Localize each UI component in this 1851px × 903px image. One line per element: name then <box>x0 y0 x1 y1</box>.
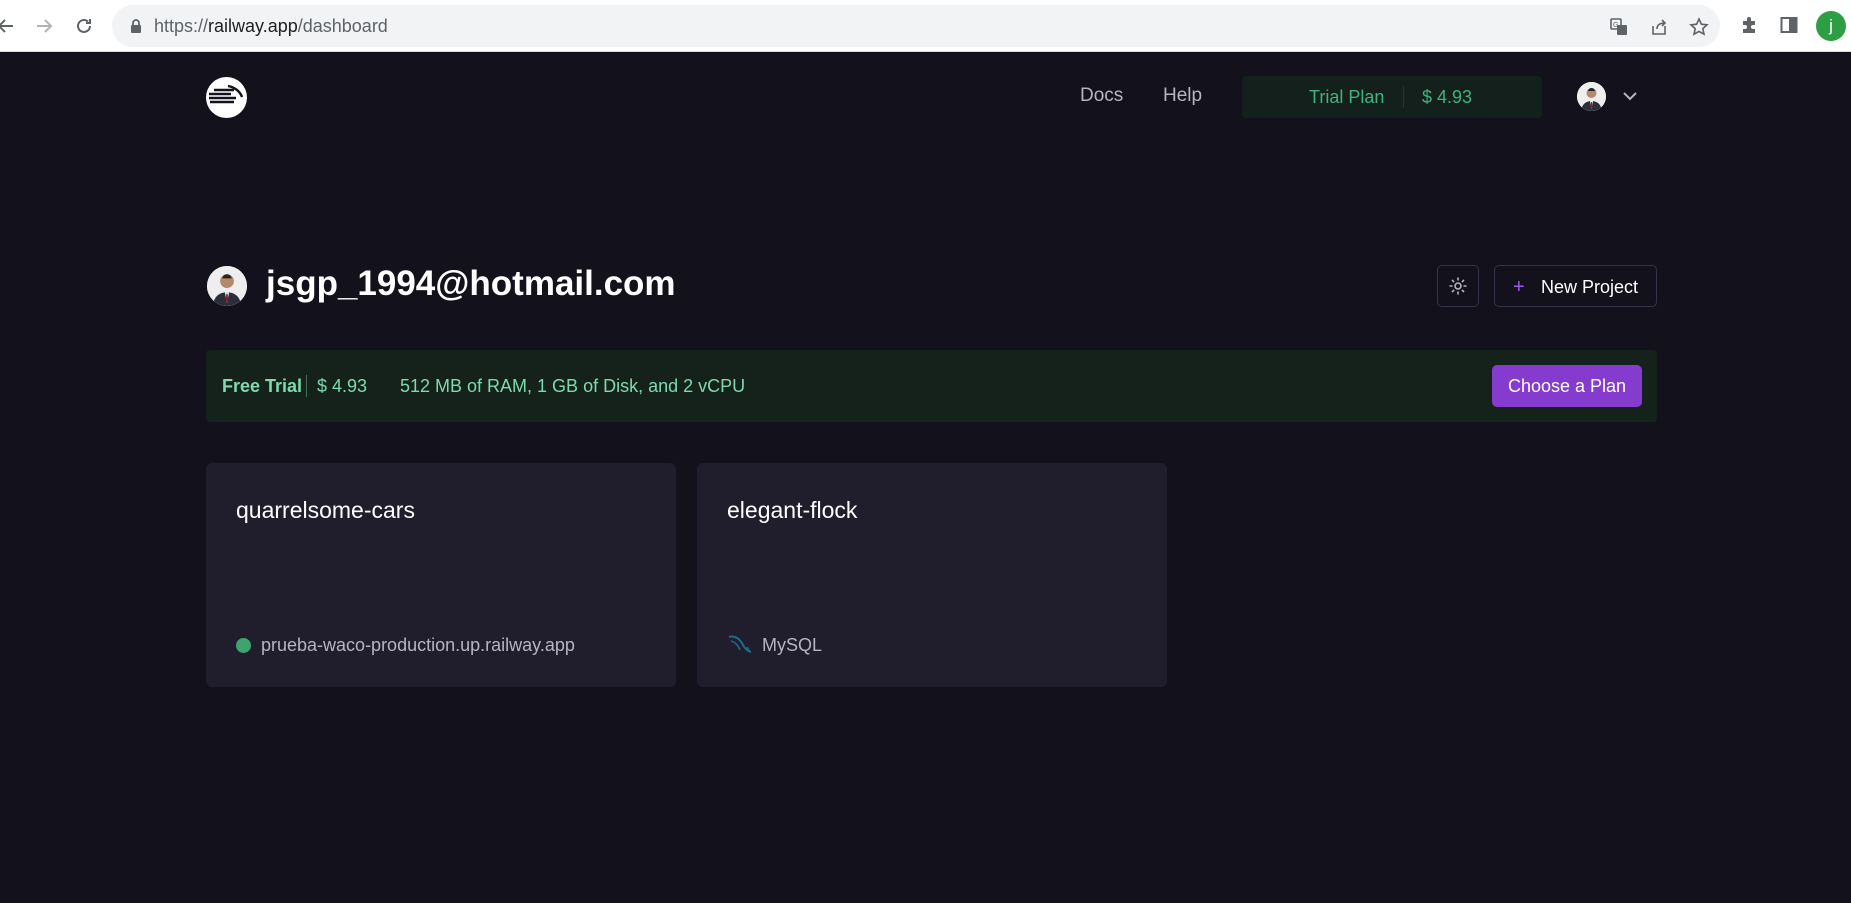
trial-resources: 512 MB of RAM, 1 GB of Disk, and 2 vCPU <box>400 376 746 396</box>
trial-amount: $ 4.93 <box>317 376 368 396</box>
bookmark-star-icon[interactable] <box>1688 16 1710 38</box>
choose-plan-button[interactable]: Choose a Plan <box>1492 365 1642 407</box>
chevron-down-icon[interactable] <box>1620 88 1640 104</box>
project-service: prueba-waco-production.up.railway.app <box>236 633 575 657</box>
settings-button[interactable] <box>1437 265 1479 307</box>
forward-icon[interactable] <box>30 12 58 40</box>
help-link[interactable]: Help <box>1163 85 1202 107</box>
gear-icon <box>1449 277 1467 295</box>
plus-icon: + <box>1513 276 1525 298</box>
browser-profile-avatar[interactable]: j <box>1816 11 1846 41</box>
service-url: prueba-waco-production.up.railway.app <box>261 634 575 655</box>
status-dot-icon <box>236 637 251 653</box>
extensions-icon[interactable] <box>1737 13 1761 37</box>
mysql-icon <box>728 635 752 653</box>
plan-amount: $ 4.93 <box>1422 87 1473 107</box>
lock-icon[interactable] <box>128 18 144 34</box>
project-name: elegant-flock <box>727 497 858 523</box>
workspace-avatar <box>207 266 247 306</box>
new-project-button[interactable]: + New Project <box>1494 265 1657 307</box>
docs-link[interactable]: Docs <box>1080 85 1123 107</box>
project-card[interactable]: quarrelsome-cars prueba-waco-production.… <box>206 463 676 687</box>
page-title: jsgp_1994@hotmail.com <box>266 264 676 303</box>
back-icon[interactable] <box>0 12 20 40</box>
project-card[interactable]: elegant-flock MySQL <box>697 463 1167 687</box>
plan-name: Trial Plan <box>1309 87 1385 107</box>
browser-toolbar: https://railway.app/dashboard G j <box>0 0 1851 52</box>
address-bar[interactable]: https://railway.app/dashboard G <box>112 5 1720 47</box>
address-url[interactable]: https://railway.app/dashboard <box>154 16 388 37</box>
project-service: MySQL <box>727 633 822 657</box>
side-panel-icon[interactable] <box>1777 13 1801 37</box>
share-icon[interactable] <box>1648 16 1670 38</box>
svg-text:G: G <box>1613 22 1618 29</box>
translate-icon[interactable]: G <box>1608 16 1630 38</box>
project-name: quarrelsome-cars <box>236 497 415 523</box>
new-project-label: New Project <box>1541 277 1639 297</box>
trial-plan-label: Free Trial <box>222 376 303 396</box>
free-trial-banner: Free Trial $ 4.93 512 MB of RAM, 1 GB of… <box>206 350 1657 422</box>
banner-divider <box>306 375 307 397</box>
reload-icon[interactable] <box>70 12 98 40</box>
trial-plan-pill[interactable]: Trial Plan $ 4.93 <box>1242 76 1542 118</box>
plan-divider <box>1403 86 1404 108</box>
railway-logo[interactable] <box>206 77 247 118</box>
user-avatar[interactable] <box>1577 82 1606 111</box>
service-name: MySQL <box>762 634 823 655</box>
